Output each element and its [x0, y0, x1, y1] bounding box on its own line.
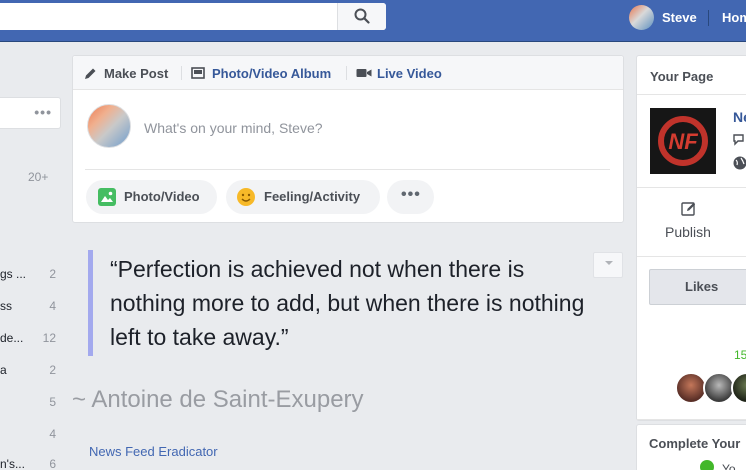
your-page-title[interactable]: Your Page: [650, 69, 713, 84]
your-page-card: Your Page NF Ne Publish Likes 15: [636, 55, 746, 421]
search-icon: [354, 8, 370, 24]
quote-options-dropdown[interactable]: [593, 252, 623, 278]
photo-album-icon: [191, 67, 205, 79]
sidebar-item[interactable]: n's... 6: [0, 457, 56, 470]
likes-tab-label: Likes: [685, 279, 719, 294]
smiley-icon: [237, 188, 255, 206]
complete-profile-title: Complete Your: [649, 436, 741, 451]
sidebar-item-count: 2: [49, 363, 56, 377]
tab-make-post[interactable]: Make Post: [104, 66, 168, 81]
svg-text:NF: NF: [668, 129, 698, 154]
feeling-activity-button[interactable]: Feeling/Activity: [226, 180, 380, 214]
top-navigation-bar: Steve Home: [0, 0, 746, 42]
edit-icon[interactable]: [681, 201, 697, 217]
search-input[interactable]: [0, 3, 386, 30]
sidebar-item-count: 12: [42, 331, 56, 345]
sidebar-item-count: 4: [49, 427, 56, 441]
sidebar-item-count: 6: [49, 457, 56, 470]
sidebar-item-count: 4: [49, 299, 56, 313]
photo-video-button[interactable]: Photo/Video: [86, 180, 217, 214]
search-button[interactable]: [337, 3, 386, 30]
sidebar-item-label: gs ...: [0, 267, 27, 281]
more-options-icon[interactable]: •••: [34, 104, 52, 120]
likes-count: 15: [734, 348, 746, 362]
profile-link[interactable]: Steve: [662, 10, 697, 25]
quote-author: ~ Antoine de Saint-Exupery: [72, 386, 364, 413]
likes-tab[interactable]: Likes: [649, 269, 746, 305]
post-composer: Make Post Photo/Video Album Live Video W…: [72, 55, 624, 223]
card-divider: [637, 187, 746, 188]
card-divider: [637, 94, 746, 95]
sidebar-item-count: 5: [49, 395, 56, 409]
user-avatar[interactable]: [87, 104, 131, 148]
complete-item-label[interactable]: Yo: [722, 462, 736, 470]
page-logo-graphic: NF: [650, 108, 716, 174]
sidebar-item-label: a: [0, 363, 7, 377]
sidebar-item-label: ss: [0, 299, 12, 313]
liker-avatar[interactable]: [731, 372, 746, 404]
globe-icon: [733, 156, 746, 170]
composer-divider: [85, 169, 610, 170]
messages-icon: [733, 134, 744, 146]
sidebar-item[interactable]: de... 12: [0, 331, 56, 351]
photo-icon: [98, 188, 116, 206]
more-actions-button[interactable]: •••: [387, 180, 434, 214]
photo-video-label: Photo/Video: [124, 189, 200, 204]
sidebar-item[interactable]: 5: [0, 395, 56, 415]
chevron-down-icon: [605, 261, 613, 265]
video-camera-icon: [356, 69, 372, 77]
tab-divider: [181, 66, 182, 80]
sidebar-item[interactable]: 4: [0, 427, 56, 447]
sidebar-item-label: de...: [0, 331, 24, 345]
checkmark-icon: [700, 460, 714, 470]
nav-divider: [708, 10, 709, 26]
page-name-link[interactable]: Ne: [733, 109, 746, 125]
sidebar-item-count: 2: [49, 267, 56, 281]
feeling-activity-label: Feeling/Activity: [264, 189, 361, 204]
sidebar-count-badge: 20+: [28, 170, 49, 184]
quote-accent-bar: [88, 250, 93, 356]
home-link[interactable]: Home: [722, 10, 746, 25]
composer-tabs: Make Post Photo/Video Album Live Video: [73, 56, 623, 90]
sidebar-item-label: n's...: [0, 457, 25, 470]
page-logo[interactable]: NF: [650, 108, 716, 174]
sidebar-item[interactable]: a 2: [0, 363, 56, 383]
tab-photo-video-album[interactable]: Photo/Video Album: [212, 66, 331, 81]
sidebar-collapsed-item[interactable]: •••: [0, 97, 61, 129]
quote-text: “Perfection is achieved not when there i…: [110, 256, 585, 350]
more-options-icon: •••: [401, 186, 421, 203]
card-divider: [637, 419, 746, 420]
card-divider: [637, 256, 746, 257]
news-feed-eradicator-link[interactable]: News Feed Eradicator: [89, 444, 218, 459]
sidebar-item[interactable]: ss 4: [0, 299, 56, 319]
sidebar-item[interactable]: gs ... 2: [0, 267, 56, 287]
pencil-icon: [85, 68, 96, 79]
publish-button[interactable]: Publish: [665, 224, 711, 240]
status-input[interactable]: What's on your mind, Steve?: [144, 120, 323, 136]
user-avatar[interactable]: [629, 5, 654, 30]
tab-divider: [346, 66, 347, 80]
tab-live-video[interactable]: Live Video: [377, 66, 442, 81]
